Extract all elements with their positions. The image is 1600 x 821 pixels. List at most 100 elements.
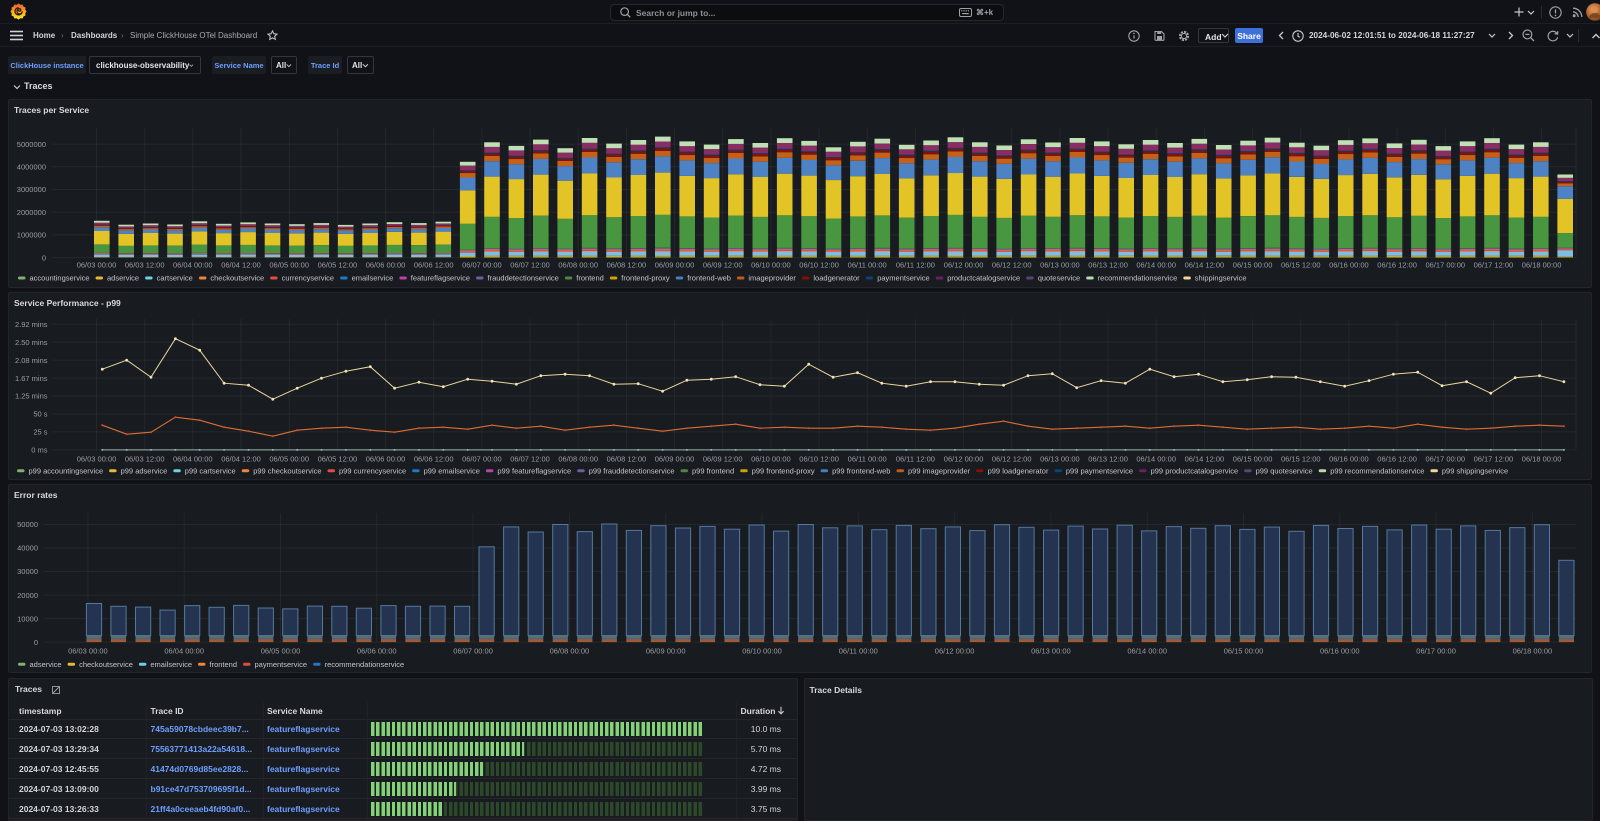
svg-text:frauddetectionservice: frauddetectionservice xyxy=(488,274,559,283)
svg-text:checkoutservice: checkoutservice xyxy=(79,660,133,669)
svg-text:06/16 00:00: 06/16 00:00 xyxy=(1329,454,1369,463)
svg-text:0: 0 xyxy=(42,253,46,262)
svg-text:06/15 00:00: 06/15 00:00 xyxy=(1233,454,1273,463)
svg-text:06/08 12:00: 06/08 12:00 xyxy=(607,260,647,269)
svg-text:06/09 12:00: 06/09 12:00 xyxy=(703,260,743,269)
svg-text:06/10 00:00: 06/10 00:00 xyxy=(751,260,791,269)
svg-text:06/17 00:00: 06/17 00:00 xyxy=(1425,260,1465,269)
svg-text:1000000: 1000000 xyxy=(17,231,46,240)
svg-text:06/13 00:00: 06/13 00:00 xyxy=(1040,260,1080,269)
svg-text:paymentservice: paymentservice xyxy=(877,274,930,283)
svg-text:06/12 00:00: 06/12 00:00 xyxy=(935,646,975,655)
svg-text:2000000: 2000000 xyxy=(17,208,46,217)
svg-text:06/17 00:00: 06/17 00:00 xyxy=(1416,646,1456,655)
svg-text:06/16 12:00: 06/16 12:00 xyxy=(1377,454,1417,463)
svg-text:06/10 00:00: 06/10 00:00 xyxy=(742,646,782,655)
svg-text:06/11 00:00: 06/11 00:00 xyxy=(848,454,887,463)
svg-text:06/14 00:00: 06/14 00:00 xyxy=(1127,646,1167,655)
svg-text:0: 0 xyxy=(34,638,38,647)
svg-text:06/14 12:00: 06/14 12:00 xyxy=(1185,454,1225,463)
svg-text:06/07 00:00: 06/07 00:00 xyxy=(462,260,502,269)
svg-text:10000: 10000 xyxy=(17,614,38,623)
svg-text:06/09 12:00: 06/09 12:00 xyxy=(703,454,743,463)
svg-text:06/08 12:00: 06/08 12:00 xyxy=(607,454,647,463)
svg-text:20000: 20000 xyxy=(17,591,38,600)
svg-text:06/16 00:00: 06/16 00:00 xyxy=(1320,646,1360,655)
svg-text:06/14 00:00: 06/14 00:00 xyxy=(1136,454,1176,463)
svg-text:06/03 12:00: 06/03 12:00 xyxy=(125,454,165,463)
svg-text:1.67 mins: 1.67 mins xyxy=(15,374,48,383)
svg-text:06/11 12:00: 06/11 12:00 xyxy=(896,454,935,463)
svg-text:p99 quoteservice: p99 quoteservice xyxy=(1256,466,1313,475)
svg-text:06/12 00:00: 06/12 00:00 xyxy=(944,260,984,269)
svg-text:06/06 00:00: 06/06 00:00 xyxy=(366,260,406,269)
svg-text:shippingservice: shippingservice xyxy=(1195,274,1247,283)
svg-text:50 s: 50 s xyxy=(33,409,47,418)
svg-text:06/03 12:00: 06/03 12:00 xyxy=(125,260,165,269)
svg-text:2.50 mins: 2.50 mins xyxy=(15,338,48,347)
svg-text:p99 accountingservice: p99 accountingservice xyxy=(29,466,104,475)
svg-text:06/11 00:00: 06/11 00:00 xyxy=(848,260,887,269)
svg-text:paymentservice: paymentservice xyxy=(255,660,308,669)
svg-text:06/05 12:00: 06/05 12:00 xyxy=(318,454,358,463)
svg-text:06/09 00:00: 06/09 00:00 xyxy=(655,454,695,463)
svg-text:06/12 00:00: 06/12 00:00 xyxy=(944,454,984,463)
svg-text:p99 frauddetectionservice: p99 frauddetectionservice xyxy=(589,466,675,475)
svg-text:p99 featureflagservice: p99 featureflagservice xyxy=(497,466,571,475)
svg-text:06/07 12:00: 06/07 12:00 xyxy=(510,260,550,269)
svg-text:frontend: frontend xyxy=(210,660,238,669)
svg-text:06/07 00:00: 06/07 00:00 xyxy=(462,454,502,463)
svg-text:06/17 12:00: 06/17 12:00 xyxy=(1474,260,1514,269)
svg-text:06/17 00:00: 06/17 00:00 xyxy=(1425,454,1465,463)
svg-text:06/10 12:00: 06/10 12:00 xyxy=(799,260,839,269)
svg-text:06/11 00:00: 06/11 00:00 xyxy=(839,646,878,655)
svg-text:emailservice: emailservice xyxy=(352,274,394,283)
svg-text:06/18 00:00: 06/18 00:00 xyxy=(1513,646,1553,655)
svg-text:06/15 00:00: 06/15 00:00 xyxy=(1224,646,1264,655)
svg-text:06/13 12:00: 06/13 12:00 xyxy=(1088,260,1128,269)
svg-text:40000: 40000 xyxy=(17,543,38,552)
svg-text:06/05 12:00: 06/05 12:00 xyxy=(318,260,358,269)
svg-text:adservice: adservice xyxy=(30,660,62,669)
svg-text:2.92 mins: 2.92 mins xyxy=(15,320,48,329)
svg-text:p99 currencyservice: p99 currencyservice xyxy=(339,466,406,475)
svg-text:06/03 00:00: 06/03 00:00 xyxy=(77,260,117,269)
svg-text:p99 loadgenerator: p99 loadgenerator xyxy=(988,466,1049,475)
svg-text:06/14 00:00: 06/14 00:00 xyxy=(1136,260,1176,269)
svg-text:06/12 12:00: 06/12 12:00 xyxy=(992,454,1032,463)
svg-text:p99 productcatalogservice: p99 productcatalogservice xyxy=(1151,466,1239,475)
svg-text:06/15 00:00: 06/15 00:00 xyxy=(1233,260,1273,269)
svg-text:5000000: 5000000 xyxy=(17,140,46,149)
svg-text:checkoutservice: checkoutservice xyxy=(210,274,264,283)
svg-text:frontend-proxy: frontend-proxy xyxy=(621,274,670,283)
svg-text:frontend-web: frontend-web xyxy=(687,274,731,283)
svg-text:p99 checkoutservice: p99 checkoutservice xyxy=(253,466,321,475)
svg-text:0 ms: 0 ms xyxy=(31,445,48,454)
svg-text:06/09 00:00: 06/09 00:00 xyxy=(655,260,695,269)
svg-text:3000000: 3000000 xyxy=(17,185,46,194)
svg-text:p99 frontend-proxy: p99 frontend-proxy xyxy=(752,466,815,475)
svg-text:1.25 mins: 1.25 mins xyxy=(15,391,48,400)
svg-text:recommendationservice: recommendationservice xyxy=(1098,274,1178,283)
svg-text:06/10 00:00: 06/10 00:00 xyxy=(751,454,791,463)
svg-text:25 s: 25 s xyxy=(33,427,47,436)
svg-text:06/05 00:00: 06/05 00:00 xyxy=(269,260,309,269)
svg-text:06/04 00:00: 06/04 00:00 xyxy=(164,646,204,655)
svg-text:06/15 12:00: 06/15 12:00 xyxy=(1281,454,1321,463)
svg-text:06/16 12:00: 06/16 12:00 xyxy=(1377,260,1417,269)
svg-text:06/09 00:00: 06/09 00:00 xyxy=(646,646,686,655)
svg-text:p99 recommendationservice: p99 recommendationservice xyxy=(1330,466,1424,475)
svg-text:accountingservice: accountingservice xyxy=(30,274,90,283)
svg-text:06/04 00:00: 06/04 00:00 xyxy=(173,454,213,463)
svg-text:featureflagservice: featureflagservice xyxy=(411,274,470,283)
svg-text:currencyservice: currencyservice xyxy=(282,274,335,283)
svg-text:cartservice: cartservice xyxy=(157,274,193,283)
svg-text:06/06 00:00: 06/06 00:00 xyxy=(366,454,406,463)
svg-text:recommendationservice: recommendationservice xyxy=(325,660,405,669)
svg-text:p99 emailservice: p99 emailservice xyxy=(424,466,480,475)
svg-text:06/13 12:00: 06/13 12:00 xyxy=(1088,454,1128,463)
svg-text:06/18 00:00: 06/18 00:00 xyxy=(1522,260,1562,269)
svg-text:06/18 00:00: 06/18 00:00 xyxy=(1522,454,1562,463)
svg-text:quoteservice: quoteservice xyxy=(1038,274,1081,283)
svg-text:06/07 00:00: 06/07 00:00 xyxy=(453,646,493,655)
